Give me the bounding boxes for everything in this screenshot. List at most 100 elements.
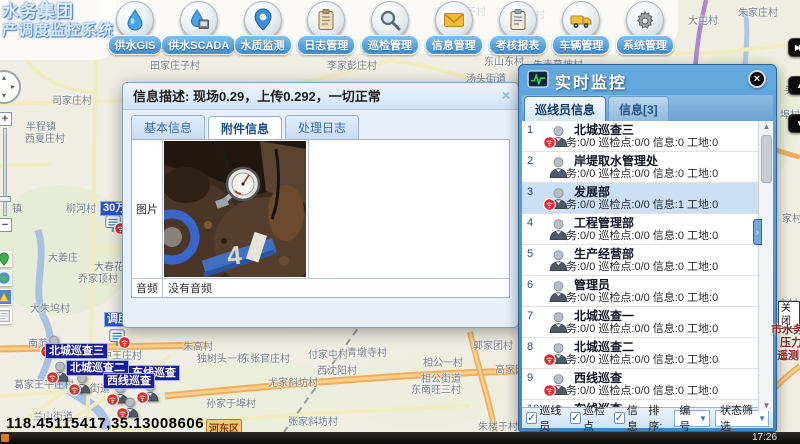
dialog-close-icon[interactable]: × — [502, 87, 510, 103]
map-nav-button[interactable]: ▲ — [788, 76, 800, 95]
toolbar-icon-circle — [435, 1, 473, 39]
dialog-tab[interactable]: 处理日志 — [285, 115, 359, 139]
member-name: 北城巡查三 — [574, 123, 773, 137]
scroll-down-icon[interactable]: ▼ — [759, 401, 774, 410]
list-scrollbar[interactable]: ▲ ▼ — [758, 121, 773, 411]
attachment-photo[interactable]: 4 — [163, 140, 309, 278]
toolbar-button[interactable]: 系统管理 — [614, 1, 676, 55]
toolbar-icon-circle — [116, 1, 154, 39]
toolbar-icon — [123, 8, 147, 32]
toolbar-icon-circle — [244, 1, 282, 39]
filter-checkbox[interactable]: ✓ 信息 — [614, 402, 644, 434]
pan-up-icon[interactable]: ▴ — [2, 73, 6, 82]
toolbar-button-label: 供水GIS — [108, 35, 163, 55]
map-label: 西夏庄村 — [25, 130, 65, 145]
row-number: 3 — [527, 186, 533, 198]
patrol-member-row[interactable]: 8 北城巡查二 务:0/0 巡检点:0/0 信息:0 工地:0 — [522, 338, 773, 369]
toolbar-icon — [251, 8, 275, 32]
patrol-member-row[interactable]: 5 生产经营部 务:0/0 巡检点:0/0 信息:0 工地:0 — [522, 245, 773, 276]
checkbox-check-icon[interactable]: ✓ — [614, 412, 625, 424]
toolbar-button[interactable]: 考核报表 — [487, 1, 549, 55]
panel-header[interactable]: 实时监控 × — [519, 65, 776, 95]
filter-checkbox[interactable]: ✓ 巡线员 — [526, 402, 565, 434]
sort-select-value: 编号 — [679, 402, 696, 434]
zoom-slider-track[interactable] — [3, 128, 7, 216]
patrol-member-row[interactable]: 1 北城巡查三 务:0/0 巡检点:0/0 信息:0 工地:0 — [522, 121, 773, 152]
wifi-online-icon — [543, 198, 556, 211]
patrol-member-row[interactable]: 3 发展部 务:0/0 巡检点:0/0 信息:1 工地:0 — [522, 183, 773, 214]
coordinates-readout: 118.45115417,35.13008606 — [6, 415, 204, 432]
status-filter-select[interactable]: 状态筛选 ▼ — [715, 410, 769, 427]
marker-tool-icon[interactable] — [0, 251, 12, 267]
toolbar-icon-circle — [307, 1, 345, 39]
audio-value: 没有音频 — [163, 280, 212, 296]
panel-collapse-handle[interactable]: › — [753, 219, 762, 245]
toolbar-button[interactable]: 日志管理 — [295, 1, 357, 55]
pan-right-icon[interactable]: ▸ — [11, 82, 15, 91]
member-stats: 务:0/0 巡检点:0/0 信息:0 工地:0 — [566, 385, 773, 398]
satellite-view-icon[interactable] — [0, 270, 12, 286]
info-dialog: 信息描述: 现场0.29，上传0.292，一切正常 × 基本信息附件信息处理日志… — [122, 82, 519, 328]
toolbar-button[interactable]: 供水SCADA — [168, 1, 230, 55]
patrol-member-row[interactable]: 7 北城巡查一 务:0/0 巡检点:0/0 信息:0 工地:0 — [522, 307, 773, 338]
patrol-member-row[interactable]: 9 西线巡查 务:0/0 巡检点:0/0 信息:0 工地:0 — [522, 369, 773, 400]
map-label: 郭家团村 — [473, 337, 513, 352]
patrol-name-pill[interactable]: 西线巡查 — [103, 373, 155, 389]
pan-down-icon[interactable]: ▾ — [2, 91, 6, 100]
photo-row: 图片 — [132, 140, 509, 278]
station-marker[interactable] — [108, 328, 126, 346]
toolbar-button-label: 供水SCADA — [161, 35, 236, 55]
toolbar-button[interactable]: 巡检管理 — [359, 1, 421, 55]
toolbar-icon — [506, 8, 530, 32]
measure-tool-icon[interactable] — [0, 289, 12, 305]
scroll-up-icon[interactable]: ▲ — [759, 122, 774, 131]
toolbar-icon-circle — [626, 1, 664, 39]
os-taskbar[interactable]: 17:26 — [0, 432, 800, 444]
dialog-header[interactable]: 信息描述: 现场0.29，上传0.292，一切正常 × — [123, 83, 518, 110]
map-label: 青墩寺村 — [347, 344, 387, 359]
checkbox-label: 巡检点 — [583, 402, 609, 434]
member-name: 岸堤取水管理处 — [574, 154, 773, 168]
row-number: 4 — [527, 217, 533, 229]
notes-tool-icon[interactable] — [0, 308, 12, 324]
patrol-member-row[interactable]: 4 工程管理部 务:0/0 巡检点:0/0 信息:0 工地:0 — [522, 214, 773, 245]
checkbox-check-icon[interactable]: ✓ — [570, 412, 581, 424]
zoom-in-button[interactable]: + — [0, 112, 12, 126]
patrol-name-pill[interactable]: 北城巡查三 — [45, 343, 108, 359]
dialog-tab[interactable]: 附件信息 — [208, 116, 282, 140]
toolbar-icon — [569, 8, 593, 32]
station-marker[interactable] — [104, 214, 122, 232]
avatar — [548, 279, 569, 303]
dialog-title: 信息描述: 现场0.29，上传0.292，一切正常 — [133, 83, 381, 110]
toolbar-icon-circle — [180, 1, 218, 39]
toolbar-button[interactable]: 车辆管理 — [550, 1, 612, 55]
map-nav-button[interactable]: ▶▶ — [788, 38, 800, 57]
avatar — [548, 124, 569, 148]
member-stats: 务:0/0 巡检点:0/0 信息:0 工地:0 — [566, 230, 773, 243]
zoom-out-button[interactable]: − — [0, 218, 12, 232]
panel-tab[interactable]: 巡线员信息 — [524, 96, 606, 121]
checkbox-check-icon[interactable]: ✓ — [526, 412, 537, 424]
audio-row: 音频 没有音频 — [132, 278, 509, 297]
panel-close-button[interactable]: × — [748, 70, 766, 88]
patrol-member-row[interactable]: 2 岸堤取水管理处 务:0/0 巡检点:0/0 信息:0 工地:0 — [522, 152, 773, 183]
sort-select[interactable]: 编号 ▼ — [674, 410, 710, 427]
toolbar-button[interactable]: 信息管理 — [423, 1, 485, 55]
taskbar-app-icon[interactable] — [1, 434, 9, 442]
toolbar-button[interactable]: 供水GIS — [104, 1, 166, 55]
map-label: 大姜庄 — [48, 249, 78, 264]
member-name: 北城巡查一 — [574, 309, 773, 323]
toolbar-button[interactable]: 水质监测 — [232, 1, 294, 55]
panel-tab[interactable]: 信息[3] — [608, 96, 669, 121]
filter-checkbox[interactable]: ✓ 巡检点 — [570, 402, 609, 434]
avatar — [548, 341, 569, 365]
clock: 17:26 — [752, 432, 777, 444]
member-stats: 务:0/0 巡检点:0/0 信息:1 工地:0 — [566, 199, 773, 212]
map-label: 柳河村 — [66, 200, 96, 215]
scrollbar-thumb[interactable] — [761, 135, 772, 183]
dialog-tab[interactable]: 基本信息 — [131, 115, 205, 139]
zoom-slider-handle[interactable] — [0, 196, 11, 202]
map-label: 李家彭庄村 — [327, 57, 377, 72]
map-nav-button[interactable]: ▼ — [788, 114, 800, 133]
patrol-member-row[interactable]: 6 管理员 务:0/0 巡检点:0/0 信息:0 工地:0 — [522, 276, 773, 307]
